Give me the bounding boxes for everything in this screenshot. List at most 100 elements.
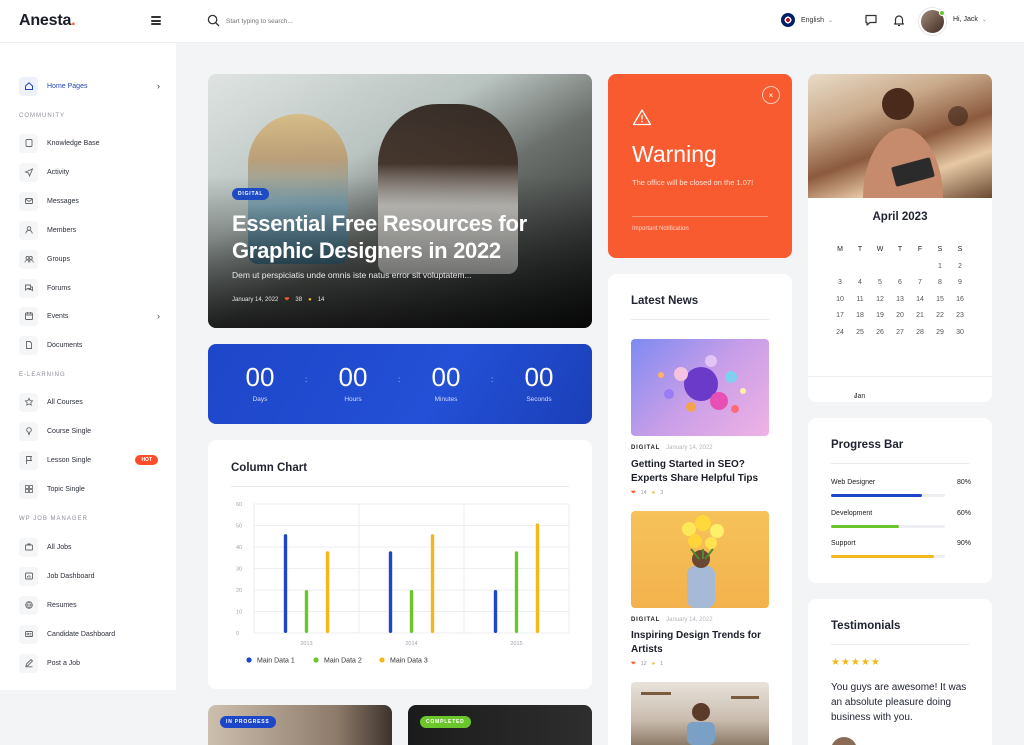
chat-icon[interactable] xyxy=(864,13,878,27)
globe-icon xyxy=(19,595,38,615)
calendar-day[interactable]: 19 xyxy=(870,312,890,319)
user-greeting: Hi, Jack xyxy=(953,16,978,23)
news-image-flowers[interactable] xyxy=(631,511,769,608)
calendar-day[interactable]: 5 xyxy=(870,279,890,286)
calendar-day[interactable]: 10 xyxy=(830,296,850,303)
sidebar-item-home-pages[interactable]: Home Pages › xyxy=(19,76,164,96)
calendar-day[interactable]: 16 xyxy=(950,296,970,303)
calendar-day[interactable]: 18 xyxy=(850,312,870,319)
calendar-day[interactable]: 1 xyxy=(930,263,950,270)
search-icon xyxy=(207,14,220,27)
course-card-completed[interactable]: COMPLETED xyxy=(408,705,592,745)
user-icon xyxy=(19,220,38,240)
featured-post-card[interactable]: DIGITAL Essential Free Resources for Gra… xyxy=(208,74,592,328)
sidebar-item-post-a-job[interactable]: Post a Job xyxy=(19,653,164,673)
user-menu[interactable]: Hi, Jack ⌄ xyxy=(953,16,987,23)
sidebar-item-topic-single[interactable]: Topic Single xyxy=(19,479,164,499)
course-card-in-progress[interactable]: IN PROGRESS xyxy=(208,705,392,745)
sidebar-item-knowledge-base[interactable]: Knowledge Base xyxy=(19,133,164,153)
sidebar-item-label: Documents xyxy=(47,341,83,349)
language-selector[interactable]: English ⌄ xyxy=(781,13,833,27)
calendar-day[interactable]: 26 xyxy=(870,329,890,336)
calendar-day[interactable]: 9 xyxy=(950,279,970,286)
calendar-day[interactable]: 11 xyxy=(850,296,870,303)
bell-icon[interactable] xyxy=(892,13,906,27)
sidebar-item-label: Messages xyxy=(47,197,79,205)
calendar-day[interactable]: 25 xyxy=(850,329,870,336)
post-date: January 14, 2022 xyxy=(232,296,279,303)
progress-row-development: Development 60% xyxy=(831,510,971,528)
news-headline[interactable]: Inspiring Design Trends for Artists xyxy=(631,629,771,657)
warning-card: × Warning The office will be closed on t… xyxy=(608,74,792,258)
sidebar-item-forums[interactable]: Forums xyxy=(19,278,164,298)
sidebar-item-members[interactable]: Members xyxy=(19,220,164,240)
testimonials-title: Testimonials xyxy=(831,620,901,632)
category-badge[interactable]: DIGITAL xyxy=(232,188,270,200)
column-chart-card: Column Chart 0 10 20 30 40 50 60 2013 2014 2015 Ma… xyxy=(208,440,592,689)
sidebar-item-course-single[interactable]: Course Single xyxy=(19,421,164,441)
calendar-day[interactable]: 27 xyxy=(890,329,910,336)
sidebar-item-messages[interactable]: Messages xyxy=(19,191,164,211)
user-avatar[interactable] xyxy=(919,8,946,35)
sidebar-item-all-jobs[interactable]: All Jobs xyxy=(19,537,164,557)
lightbulb-icon xyxy=(19,421,38,441)
countdown-timer: 00 Days : 00 Hours : 00 Minutes : 00 Seconds xyxy=(208,344,592,424)
sidebar-item-all-courses[interactable]: All Courses xyxy=(19,392,164,412)
sidebar-item-groups[interactable]: Groups xyxy=(19,249,164,269)
calendar-day[interactable]: 14 xyxy=(910,296,930,303)
column-chart: 0 10 20 30 40 50 60 2013 2014 2015 Main Data 1 Main… xyxy=(236,502,570,665)
calendar-day[interactable]: 29 xyxy=(930,329,950,336)
calendar-day[interactable]: 15 xyxy=(930,296,950,303)
forum-icon xyxy=(19,278,38,298)
dashboard-icon xyxy=(19,566,38,586)
calendar-day[interactable]: 6 xyxy=(890,279,910,286)
calendar-empty-cell xyxy=(910,263,930,270)
logo-dot: . xyxy=(71,12,76,29)
logo[interactable]: Anesta. xyxy=(19,12,76,30)
heart-icon: ❤ xyxy=(631,661,636,667)
calendar-day[interactable]: 13 xyxy=(890,296,910,303)
sidebar-item-label: Groups xyxy=(47,255,70,263)
comment-icon: ● xyxy=(651,661,656,667)
calendar-prev-month[interactable]: ‹ Jan xyxy=(831,385,865,400)
testimonials-card: Testimonials ★★★★★ You guys are awesome!… xyxy=(808,599,992,745)
sidebar-item-resumes[interactable]: Resumes xyxy=(19,595,164,615)
calendar-day[interactable]: 12 xyxy=(870,296,890,303)
search-input[interactable] xyxy=(226,13,426,29)
y-tick-label: 60 xyxy=(236,502,242,508)
sidebar-item-documents[interactable]: Documents xyxy=(19,335,164,355)
sidebar-item-events[interactable]: Events › xyxy=(19,306,164,326)
x-tick-label: 2013 xyxy=(300,641,312,647)
calendar-day[interactable]: 28 xyxy=(910,329,930,336)
bar xyxy=(283,534,288,633)
calendar-day[interactable]: 8 xyxy=(930,279,950,286)
hot-badge: HOT xyxy=(135,455,158,465)
menu-toggle-icon[interactable] xyxy=(151,16,161,25)
sidebar-item-activity[interactable]: Activity xyxy=(19,162,164,182)
sidebar-item-candidate-dashboard[interactable]: Candidate Dashboard xyxy=(19,624,164,644)
sidebar-item-label: Job Dashboard xyxy=(47,572,95,580)
legend-marker xyxy=(313,657,319,663)
calendar-day[interactable]: 3 xyxy=(830,279,850,286)
calendar-day[interactable]: 4 xyxy=(850,279,870,286)
section-heading-jobs: WP JOB MANAGER xyxy=(19,516,88,522)
news-headline[interactable]: Getting Started in SEO? Experts Share He… xyxy=(631,458,771,486)
calendar-day[interactable]: 17 xyxy=(830,312,850,319)
calendar-day[interactable]: 7 xyxy=(910,279,930,286)
calendar-day[interactable]: 24 xyxy=(830,329,850,336)
sidebar-item-job-dashboard[interactable]: Job Dashboard xyxy=(19,566,164,586)
calendar-icon xyxy=(19,306,38,326)
news-date: January 14, 2022 xyxy=(666,445,713,451)
news-image-3d-spheres[interactable] xyxy=(631,339,769,436)
calendar-day[interactable]: 20 xyxy=(890,312,910,319)
news-image-kitchen[interactable] xyxy=(631,682,769,745)
calendar-day[interactable]: 21 xyxy=(910,312,930,319)
calendar-day[interactable]: 22 xyxy=(930,312,950,319)
calendar-day[interactable]: 23 xyxy=(950,312,970,319)
close-button[interactable]: × xyxy=(762,86,780,104)
news-meta: ❤ 14 ● 3 xyxy=(631,490,664,496)
calendar-day[interactable]: 2 xyxy=(950,263,970,270)
sidebar-item-lesson-single[interactable]: Lesson Single HOT xyxy=(19,450,164,470)
calendar-day[interactable]: 30 xyxy=(950,329,970,336)
featured-post-title[interactable]: Essential Free Resources for Graphic Des… xyxy=(232,210,572,264)
